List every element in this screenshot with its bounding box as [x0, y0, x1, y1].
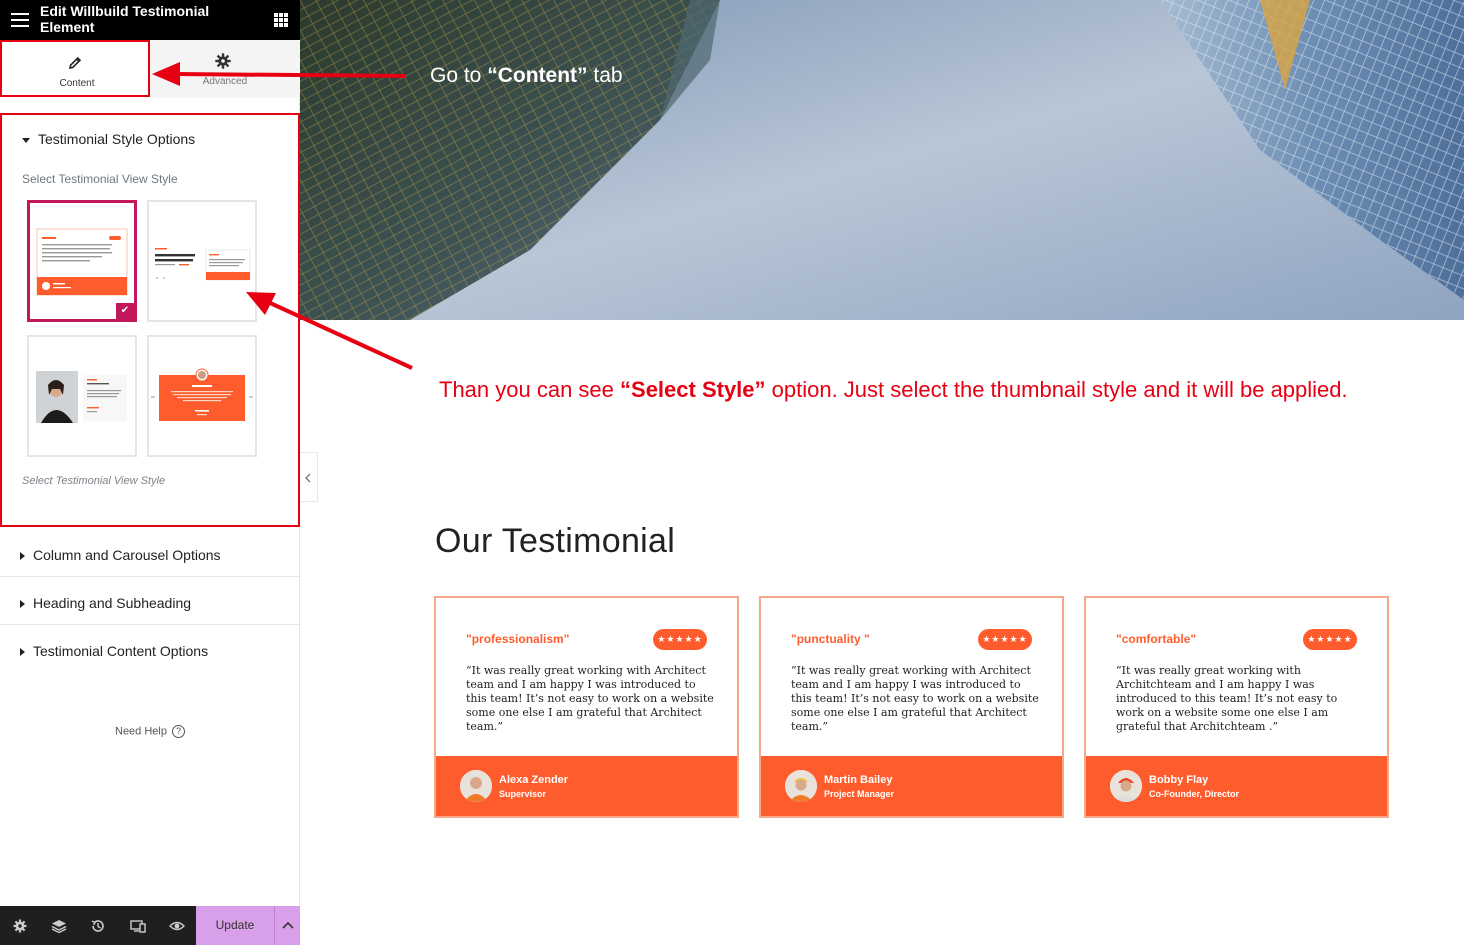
section-heading-subheading[interactable]: Heading and Subheading [0, 577, 300, 625]
style-3-preview [36, 371, 127, 423]
testimonial-footer: Martin Bailey Project Manager [761, 756, 1062, 816]
panel-collapse-handle[interactable] [300, 452, 318, 502]
section-testimonial-content[interactable]: Testimonial Content Options [0, 625, 300, 673]
author-name: Alexa Zender [499, 774, 569, 786]
author-role: Project Manager [824, 789, 895, 799]
testimonial-card: "punctuality " ★★★★★ “It was really grea… [759, 596, 1064, 818]
caret-right-icon [20, 648, 25, 657]
testimonial-footer: Alexa Zender Supervisor [436, 756, 737, 816]
style-thumbnail-1[interactable]: ✔ [27, 200, 137, 322]
annotation-text: tab [587, 64, 623, 87]
testimonial-section-title: Our Testimonial [435, 522, 676, 560]
style-thumbnail-2[interactable] [147, 200, 257, 322]
avatar [1110, 770, 1142, 802]
section-label: Testimonial Content Options [33, 643, 209, 659]
testimonial-card: "professionalism" ★★★★★ “It was really g… [434, 596, 739, 818]
help-icon: ? [171, 725, 185, 738]
author-name: Bobby Flay [1149, 774, 1209, 786]
annotation-select-style: Than you can see “Select Style” option. … [439, 377, 1348, 403]
need-help-label: Need Help [115, 725, 167, 738]
need-help-link[interactable]: Need Help? [115, 725, 185, 738]
rating-stars: ★★★★★ [653, 629, 707, 650]
annotation-text: Go to [430, 64, 488, 87]
section-toggle[interactable]: Testimonial Content Options [20, 643, 208, 659]
editor-bottombar: Update [0, 906, 300, 945]
annotation-text: option. Just select the thumbnail style … [765, 377, 1348, 402]
update-options-button[interactable] [274, 906, 300, 945]
testimonial-headline: "punctuality " [791, 632, 870, 646]
annotation-go-to-content: Go to “Content” tab [430, 64, 623, 88]
section-label: Heading and Subheading [33, 595, 192, 611]
editor-title: Edit Willbuild Testimonial Element [40, 3, 210, 35]
author-role: Co-Founder, Director [1149, 789, 1240, 799]
testimonial-headline: "professionalism" [466, 632, 570, 646]
field-help-text: Select Testimonial View Style [22, 475, 166, 487]
testimonial-quote: “It was really great working with Archit… [1116, 664, 1338, 733]
style-1-preview [36, 228, 128, 296]
chevron-up-icon [282, 921, 294, 929]
rating-stars: ★★★★★ [978, 629, 1032, 650]
history-icon[interactable] [90, 918, 106, 934]
section-label: Column and Carousel Options [33, 547, 221, 563]
pencil-icon [68, 56, 82, 70]
testimonial-headline: "comfortable" [1116, 632, 1197, 646]
style-thumbnail-4[interactable] [147, 335, 257, 457]
preview-eye-icon[interactable] [169, 918, 185, 934]
chevron-left-icon [305, 473, 311, 483]
section-column-carousel[interactable]: Column and Carousel Options [0, 529, 300, 577]
editor-tabs: Content Advanced [0, 40, 300, 98]
rating-stars: ★★★★★ [1303, 629, 1357, 650]
widgets-grid-icon[interactable] [274, 13, 288, 27]
testimonial-footer: Bobby Flay Co-Founder, Director [1086, 756, 1387, 816]
caret-right-icon [20, 600, 25, 609]
responsive-mode-icon[interactable] [130, 918, 146, 934]
field-label: Select Testimonial View Style [22, 172, 178, 186]
skyscraper-photo [300, 0, 1464, 320]
section-toggle[interactable]: Column and Carousel Options [20, 547, 221, 563]
hero-image [300, 0, 1464, 320]
annotation-text: Than you can see [439, 377, 621, 402]
author-name: Martin Bailey [824, 774, 893, 786]
avatar [785, 770, 817, 802]
section-toggle[interactable]: Heading and Subheading [20, 595, 191, 611]
settings-icon[interactable] [12, 918, 28, 934]
caret-down-icon [22, 137, 30, 143]
annotation-emphasis: “Select Style” [620, 377, 766, 402]
menu-icon[interactable] [11, 13, 29, 27]
avatar [460, 770, 492, 802]
editor-sidebar: Edit Willbuild Testimonial Element Conte… [0, 0, 300, 945]
testimonial-quote: “It was really great working with Archit… [466, 664, 714, 733]
testimonial-quote: “It was really great working with Archit… [791, 664, 1039, 733]
caret-right-icon [20, 552, 25, 561]
tab-content-label: Content [59, 78, 95, 89]
testimonial-style-panel: Testimonial Style Options Select Testimo… [0, 113, 300, 527]
tab-advanced-label: Advanced [202, 76, 248, 87]
style-2-preview [155, 248, 251, 281]
section-label: Testimonial Style Options [38, 131, 196, 147]
annotation-emphasis: “Content” [487, 64, 588, 87]
gear-icon [215, 53, 231, 69]
tab-content[interactable]: Content [0, 40, 150, 97]
style-4-preview [151, 368, 253, 421]
section-toggle-style-options[interactable]: Testimonial Style Options [22, 131, 195, 147]
update-button[interactable]: Update [196, 906, 274, 945]
testimonial-card: "comfortable" ★★★★★ “It was really great… [1084, 596, 1389, 818]
author-role: Supervisor [499, 789, 547, 799]
style-thumbnail-3[interactable] [27, 335, 137, 457]
layers-icon[interactable] [51, 918, 67, 934]
editor-topbar: Edit Willbuild Testimonial Element [0, 0, 300, 40]
tab-advanced[interactable]: Advanced [150, 40, 300, 98]
selected-check-icon: ✔ [116, 303, 134, 319]
